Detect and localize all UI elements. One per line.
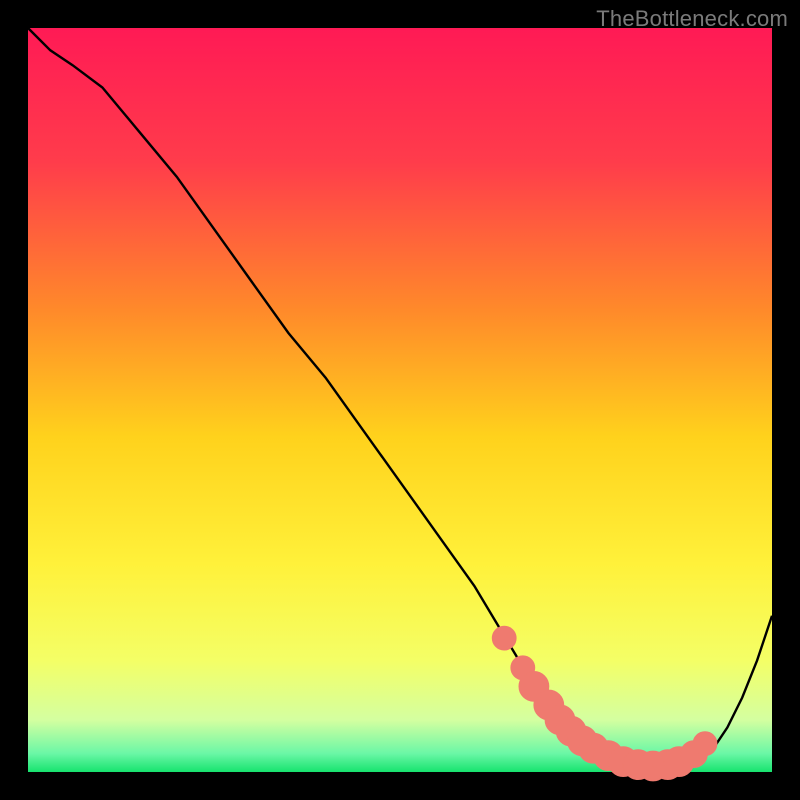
bottleneck-curve (28, 28, 772, 768)
marker-group (492, 626, 717, 781)
chart-svg (28, 28, 772, 772)
data-marker (693, 732, 717, 756)
watermark-text: TheBottleneck.com (596, 6, 788, 32)
data-marker (492, 626, 516, 650)
chart-frame: TheBottleneck.com (0, 0, 800, 800)
chart-plot-area (28, 28, 772, 772)
